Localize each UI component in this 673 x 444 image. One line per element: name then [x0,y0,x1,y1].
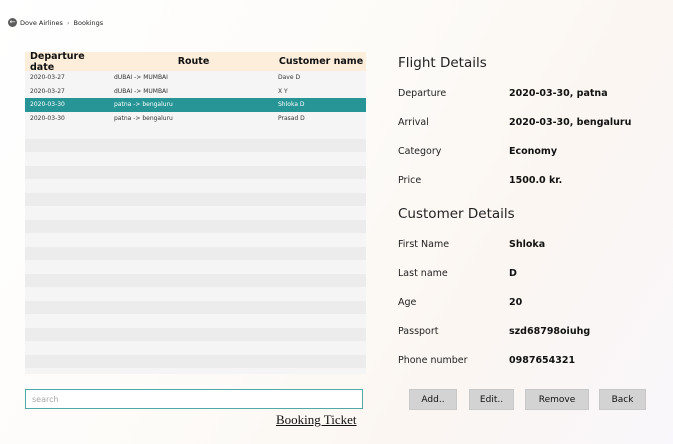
arrival-value: 2020-03-30, bengaluru [509,117,632,128]
price-label: Price [398,175,422,186]
edit-button[interactable]: Edit.. [469,389,514,410]
empty-row [25,125,366,139]
empty-row [25,273,366,287]
age-label: Age [398,297,417,308]
row-route: dUBAI -> MUMBAI [114,74,168,82]
bookings-table: Departure date Route Customer name 2020-… [25,52,366,374]
back-button[interactable]: Back [599,389,646,410]
empty-row [25,287,366,301]
empty-row [25,246,366,260]
empty-row [25,138,366,152]
row-customer-name: X Y [278,87,288,95]
table-header: Departure date Route Customer name [25,52,366,73]
row-departure-date: 2020-03-27 [30,74,65,82]
table-row-selected[interactable]: 2020-03-30 patna -> bengaluru Shloka D [25,98,366,112]
empty-row [25,165,366,179]
row-customer-name: Shloka D [278,101,305,109]
row-route: dUBAI -> MUMBAI [114,87,168,95]
price-value: 1500.0 kr. [509,175,563,186]
category-label: Category [398,146,442,157]
table-row[interactable]: 2020-03-30 patna -> bengaluru Prasad D [25,112,366,126]
first-name-label: First Name [398,239,450,250]
row-departure-date: 2020-03-30 [30,114,65,122]
row-route: patna -> bengaluru [114,101,173,109]
customer-details-title: Customer Details [398,206,515,222]
empty-row [25,368,366,374]
age-value: 20 [509,297,523,308]
phone-number-value: 0987654321 [509,355,576,366]
empty-row [25,179,366,193]
row-customer-name: Dave D [278,74,301,82]
category-value: Economy [509,146,558,157]
phone-number-label: Phone number [398,355,468,366]
column-header-route[interactable]: Route [111,56,276,67]
back-arrow-icon[interactable]: ← [8,18,17,27]
empty-row [25,192,366,206]
search-input[interactable] [25,389,363,409]
column-header-customer-name[interactable]: Customer name [276,56,366,67]
row-customer-name: Prasad D [278,114,305,122]
passport-value: szd68798oiuhg [509,326,591,337]
flight-details-title: Flight Details [398,55,487,71]
departure-value: 2020-03-30, patna [509,88,608,99]
row-departure-date: 2020-03-30 [30,101,65,109]
empty-row [25,341,366,355]
table-row[interactable]: 2020-03-27 dUBAI -> MUMBAI Dave D [25,71,366,85]
empty-row [25,314,366,328]
empty-row [25,152,366,166]
empty-row [25,206,366,220]
empty-row [25,300,366,314]
departure-label: Departure [398,88,447,99]
empty-row [25,354,366,368]
empty-row [25,219,366,233]
first-name-value: Shloka [509,239,546,250]
table-body: 2020-03-27 dUBAI -> MUMBAI Dave D 2020-0… [25,71,366,374]
empty-row [25,260,366,274]
table-row[interactable]: 2020-03-27 dUBAI -> MUMBAI X Y [25,85,366,99]
column-header-departure-date[interactable]: Departure date [25,52,111,73]
booking-ticket-link[interactable]: Booking Ticket [276,412,357,428]
passport-label: Passport [398,326,439,337]
add-button[interactable]: Add.. [409,389,457,410]
row-departure-date: 2020-03-27 [30,87,65,95]
breadcrumb: ← Dove Airlines › Bookings [8,18,103,27]
row-route: patna -> bengaluru [114,114,173,122]
breadcrumb-app[interactable]: Dove Airlines [20,19,63,27]
last-name-label: Last name [398,268,448,279]
arrival-label: Arrival [398,117,429,128]
remove-button[interactable]: Remove [525,389,589,410]
empty-row [25,233,366,247]
last-name-value: D [509,268,517,279]
empty-row [25,327,366,341]
breadcrumb-separator: › [66,18,70,27]
breadcrumb-page: Bookings [73,18,104,27]
